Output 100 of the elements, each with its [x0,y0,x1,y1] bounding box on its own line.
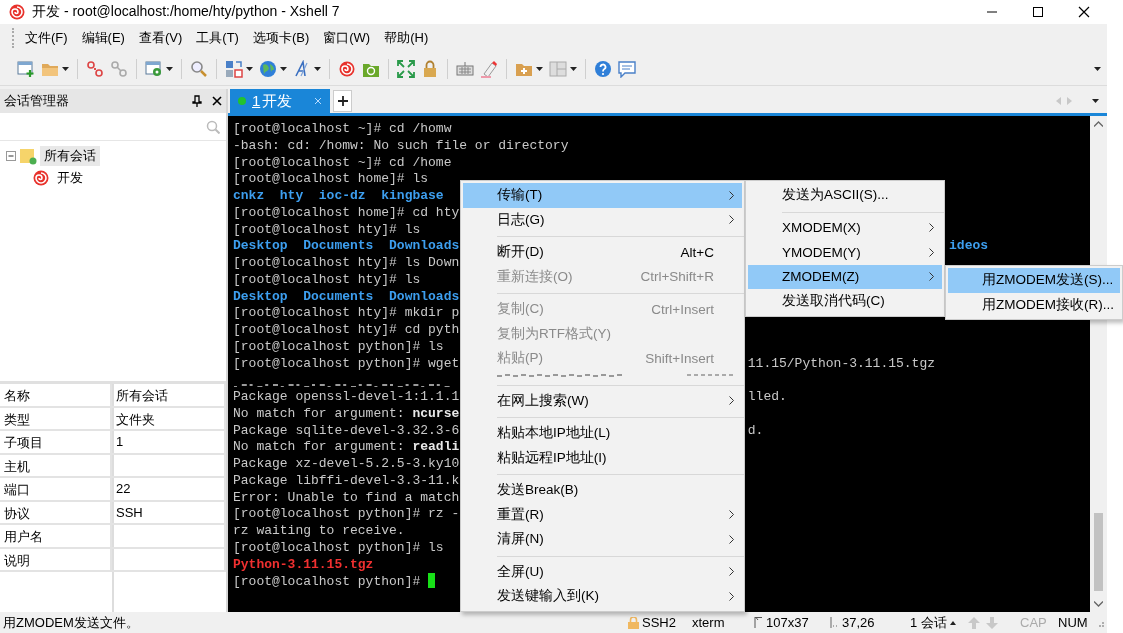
caret-icon[interactable] [166,66,173,71]
caret-icon[interactable] [246,66,253,71]
caret-icon[interactable] [570,66,577,71]
chat-icon[interactable] [618,59,636,78]
terminal-line: [root@localhost python]# [233,574,421,590]
menu-item[interactable]: 日志(G) [463,207,742,232]
property-name: 用户名 [0,525,112,549]
session-tab[interactable]: 1开发 [230,89,330,113]
transfer-icon[interactable] [225,59,243,78]
link-icon[interactable] [110,59,128,78]
property-name: 子项目 [0,431,112,455]
globe-icon[interactable] [259,59,277,78]
folder-icon [19,147,37,165]
caret-icon[interactable] [62,66,69,71]
menu-item[interactable]: XMODEM(X) [748,215,942,240]
terminal-line: [root@localhost python]# ls [233,338,444,354]
menu-item[interactable]: 重置(R) [463,502,742,527]
swirl-icon[interactable] [338,59,356,78]
collapse-icon[interactable] [6,151,16,161]
terminal-line: Desktop Documents Downloads [233,238,460,254]
terminal-size-label: 107x37 [766,615,809,630]
menu-item[interactable]: 工具(T) [189,26,246,50]
menu-item[interactable]: 粘贴本地IP地址(L) [463,421,742,446]
terminal-line: [root@localhost python]# rz - [233,506,460,522]
terminal-type-label: xterm [692,615,725,630]
status-message: 用ZMODEM发送文件。 [3,613,140,632]
keyboard-icon[interactable] [456,59,474,78]
terminal-line: [root@localhost ~]# cd /homw [233,121,452,136]
menu-item[interactable]: 发送为ASCII(S)... [748,183,942,208]
menu-item[interactable]: 编辑(E) [74,26,132,50]
session-count-label: 1 会话 [910,613,947,632]
menu-item[interactable]: 选项卡(B) [245,26,317,50]
menu-item[interactable]: 粘贴远程IP地址(I) [463,445,742,470]
caret-icon[interactable] [1092,99,1099,103]
terminal-line: No match for argument: readli [233,439,460,455]
pin-icon[interactable] [192,95,202,107]
session-icon [32,169,50,187]
terminal-line: [root@localhost python]# wget [233,355,460,371]
menu-item[interactable]: ZMODEM(Z) [748,264,942,289]
caret-icon[interactable] [280,66,287,71]
caret-icon[interactable] [314,66,321,71]
menu-item[interactable]: 用ZMODEM发送(S)... [948,268,1120,293]
terminal-line: 11.15/Python-3.11.15.tgz [747,355,936,373]
chevron-right-icon [729,190,734,200]
lock-icon [628,616,639,629]
property-name: 说明 [0,548,112,572]
chevron-right-icon [729,567,734,577]
menu-item[interactable]: 清屏(N) [463,527,742,552]
property-name: 协议 [0,501,112,525]
menu-item[interactable]: 发送取消代码(C) [748,289,942,314]
terminal-line: Package libffi-devel-3.3-11.k [233,472,460,488]
menu-item[interactable]: 全屏(U) [463,559,742,584]
caret-icon[interactable] [536,66,543,71]
help-icon[interactable] [594,59,612,78]
cursor-position-icon [830,617,839,628]
chevron-right-icon [929,247,934,257]
window-gear-icon[interactable] [145,59,163,78]
terminal-line: Package sqlite-devel-3.32.3-6 [233,422,460,438]
tree-item[interactable]: 开发 [53,168,87,188]
property-name: 类型 [0,407,112,431]
terminal-line: Package openssl-devel-1:1.1.1 [233,389,460,404]
menu-item[interactable]: 查看(V) [131,26,190,50]
caret-icon[interactable] [1094,66,1101,71]
scrollbar-thumb[interactable] [1094,513,1103,591]
new-session-icon[interactable] [17,59,35,78]
highlighter-icon[interactable] [480,59,498,78]
arrow-down-icon[interactable] [1094,601,1103,607]
menu-item[interactable]: 断开(D) Alt+C [463,240,742,265]
chain-icon[interactable] [86,59,104,78]
protocol-label: SSH2 [642,615,676,630]
plus-icon [337,96,348,106]
terminal-line: ideos [949,238,989,255]
menu-item[interactable]: 传输(T) [463,183,742,208]
terminal-line: cnkz hty ioc-dz kingbase [233,188,444,203]
menu-item[interactable]: 帮助(H) [377,26,436,50]
terminal-line: [root@localhost hty]# ls [233,271,421,287]
terminal-line: Python-3.11.15.tgz [233,556,374,572]
chevron-right-icon [729,591,734,601]
fullscreen-icon[interactable] [397,59,415,78]
new-tab-button[interactable] [333,90,352,112]
key-indicator: NUM [1058,615,1089,630]
terminal-line: [root@localhost ~]# cd /home [233,154,452,170]
menu-item[interactable]: 发送键输入到(K) [463,584,742,609]
search-icon[interactable] [190,59,208,78]
close-icon[interactable] [212,96,222,106]
arrow-up-icon[interactable] [1094,121,1103,127]
terminal-line: rz waiting to receive. [233,523,405,538]
menu-item[interactable]: YMODEM(Y) [748,240,942,265]
lock-icon[interactable] [421,59,439,78]
menu-item[interactable]: 用ZMODEM接收(R)... [948,292,1120,317]
menu-item[interactable]: 窗口(W) [316,26,378,50]
caret-up-icon[interactable] [949,620,956,625]
tree-item[interactable]: 所有会话 [40,146,100,166]
key-indicator: CAP [1020,615,1048,630]
menu-item[interactable]: 在网上搜索(W) [463,388,742,413]
terminal-line: Error: Unable to find a match [233,489,460,505]
chevron-right-icon [929,272,934,282]
menu-item[interactable]: 文件(F) [18,26,75,50]
terminal-line: [root@localhost home]# ls [233,171,429,187]
menu-item[interactable]: 发送Break(B) [463,478,742,503]
